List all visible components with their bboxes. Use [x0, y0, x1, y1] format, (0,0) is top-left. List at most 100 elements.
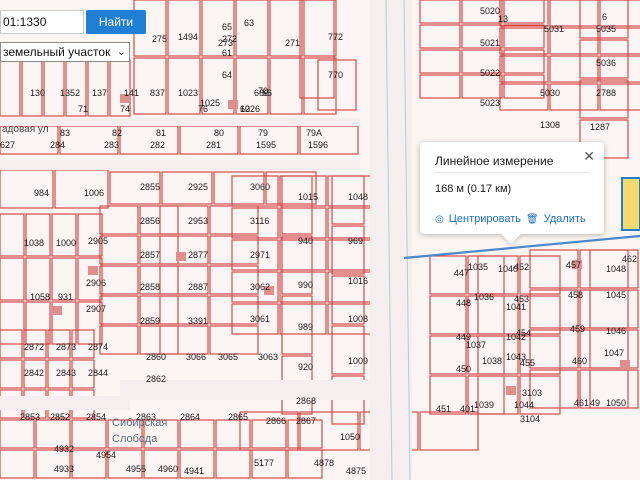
parcel-number: 79А — [306, 128, 322, 138]
parcel-number: 3063 — [258, 352, 278, 362]
parcel-outline — [419, 411, 479, 451]
parcel-number: 969 — [348, 236, 363, 246]
parcel-number: 457 — [566, 260, 581, 270]
parcel-number: 4933 — [54, 464, 74, 474]
parcel-number: 2855 — [140, 182, 160, 192]
delete-button[interactable]: 🗑 Удалить — [526, 213, 586, 225]
crosshair-icon: ◎ — [435, 214, 444, 225]
parcel-outline — [579, 79, 629, 119]
building-mark — [88, 266, 98, 275]
parcel-number: 4875 — [346, 466, 366, 476]
cadastral-search-input[interactable]: 01:1330 — [0, 10, 84, 34]
parcel-number: 2842 — [24, 368, 44, 378]
measurement-line — [403, 234, 640, 260]
parcel-number: 2859 — [140, 316, 160, 326]
parcel-outline — [133, 57, 167, 115]
road — [0, 160, 360, 170]
parcel-number: 2865 — [228, 412, 248, 422]
parcel-number: 1006 — [84, 188, 104, 198]
parcel-number: 1035 — [468, 262, 488, 272]
building-mark — [52, 306, 62, 315]
cadastral-map[interactable]: 1494102310258371411371352130275 273272 271… — [0, 0, 640, 480]
parcel-number: 4878 — [314, 458, 334, 468]
parcel-number: 3116 — [250, 216, 269, 226]
parcel-outline — [327, 207, 375, 239]
parcel-outline — [303, 0, 337, 57]
parcel-number: 5035 — [596, 24, 616, 34]
parcel-outline — [0, 59, 21, 117]
parcel-outline — [419, 49, 461, 74]
parcel-number: 4932 — [54, 444, 74, 454]
parcel-outline — [159, 325, 209, 355]
parcel-number: 1050 — [340, 432, 360, 442]
parcel-outline — [281, 175, 313, 235]
parcel-number: 1044 — [514, 400, 534, 410]
parcel-number: 990 — [298, 280, 313, 290]
close-icon[interactable]: ✕ — [583, 148, 595, 165]
parcel-number: 13 — [498, 14, 508, 24]
parcel-number: 284 — [50, 140, 65, 150]
parcel-outline — [331, 225, 365, 275]
parcel-number: 2788 — [596, 88, 616, 98]
parcel-number: 1037 — [466, 340, 486, 350]
center-button[interactable]: ◎ Центрировать — [435, 213, 521, 225]
parcel-outline — [25, 213, 51, 257]
parcel-outline — [331, 325, 365, 375]
measurement-value: 168 м (0.17 км) — [435, 183, 512, 195]
parcel-outline — [139, 325, 179, 355]
parcel-number: 4960 — [158, 464, 178, 474]
parcel-number: 1048 — [606, 264, 626, 274]
parcel-number: 1036 — [474, 292, 494, 302]
parcel-number: 459 — [570, 324, 585, 334]
layer-select[interactable]: земельный участок ⌄ — [0, 42, 130, 62]
parcel-number: 1016 — [348, 276, 368, 286]
parcel-outline — [419, 0, 461, 24]
parcel-number: 5021 — [480, 38, 500, 48]
parcel-number: 1038 — [482, 356, 502, 366]
parcel-outline — [215, 449, 251, 479]
parcel-outline — [0, 213, 25, 257]
parcel-number: 2854 — [86, 412, 106, 422]
parcel-number: 2877 — [188, 250, 208, 260]
parcel-number: 460 — [572, 356, 587, 366]
parcel-number: 451 — [436, 404, 451, 414]
trash-icon: 🗑 — [526, 214, 539, 225]
parcel-number: 1048 — [348, 192, 368, 202]
parcel-number: 2843 — [56, 368, 76, 378]
parcel-number: 80 — [214, 128, 224, 138]
parcel-number: 458 — [568, 290, 583, 300]
parcel-number: 2844 — [88, 368, 108, 378]
parcel-number: 271 — [285, 38, 300, 48]
parcel-number: 920 — [298, 362, 313, 372]
parcel-number: 2953 — [188, 216, 208, 226]
find-button[interactable]: Найти — [86, 10, 146, 34]
parcel-number: 6 — [602, 12, 607, 22]
parcel-outline — [0, 359, 23, 389]
parcel-outline — [499, 55, 549, 83]
popup-title: Линейное измерение — [435, 154, 554, 168]
parcel-outline — [299, 0, 335, 99]
parcel-outline — [269, 57, 303, 115]
parcel-number: 79 — [258, 128, 268, 138]
parcel-number: 2858 — [140, 282, 160, 292]
parcel-number: 64 — [222, 70, 232, 80]
parcel-number: 1043 — [506, 352, 526, 362]
parcel-number: 5031 — [544, 24, 564, 34]
parcel-number: 2907 — [86, 304, 106, 314]
parcel-number: 940 — [298, 236, 313, 246]
parcel-number: 141 — [124, 88, 139, 98]
parcel-outline — [303, 57, 337, 115]
popup-divider — [435, 172, 589, 173]
building-mark — [228, 100, 238, 109]
street-name: Слобода — [112, 433, 158, 445]
parcel-number: 1009 — [348, 356, 368, 366]
parcel-number: 462 — [622, 254, 637, 264]
parcel-number: 281 — [206, 140, 221, 150]
parcel-outline — [0, 257, 25, 301]
parcel-number: 1041 — [506, 302, 526, 312]
parcel-number: 5022 — [480, 68, 500, 78]
parcel-outline — [71, 419, 107, 449]
parcel-number: 5023 — [480, 98, 500, 108]
parcel-outline — [235, 0, 269, 57]
parcel-number: 3066 — [186, 352, 206, 362]
